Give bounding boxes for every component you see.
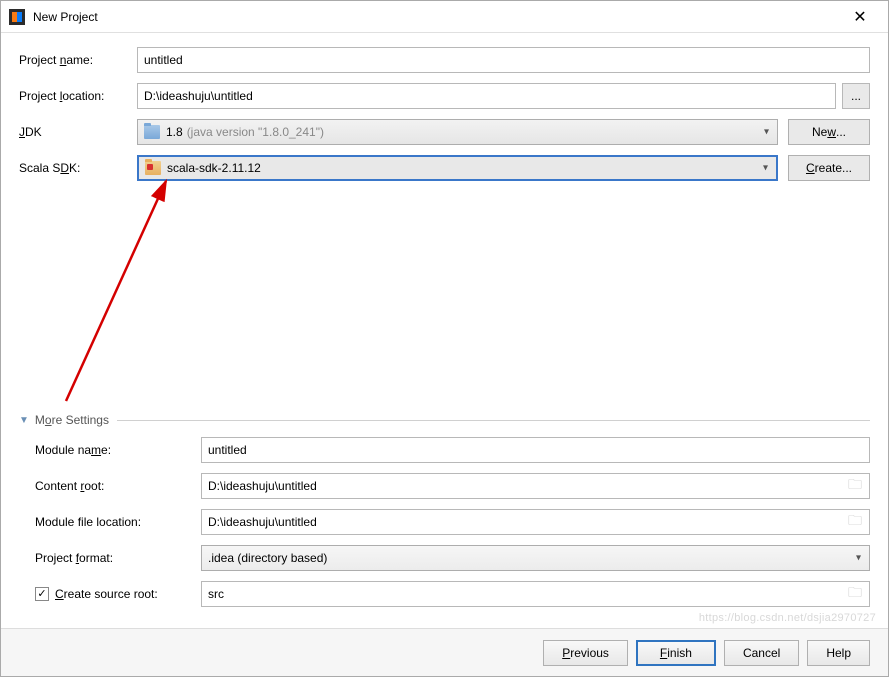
chevron-down-icon: ▾ bbox=[856, 553, 861, 564]
window-title: New Project bbox=[33, 10, 98, 24]
jdk-combo[interactable]: 1.8 (java version "1.8.0_241") ▾ bbox=[137, 119, 778, 145]
app-icon bbox=[9, 9, 25, 25]
module-file-location-value: D:\ideashuju\untitled bbox=[208, 515, 845, 529]
scala-sdk-value: scala-sdk-2.11.12 bbox=[167, 161, 261, 175]
chevron-down-icon: ▾ bbox=[764, 127, 769, 138]
module-name-input[interactable] bbox=[201, 437, 870, 463]
label-project-location: Project location: bbox=[19, 89, 137, 103]
chevron-down-icon: ▾ bbox=[763, 163, 768, 174]
finish-button[interactable]: Finish bbox=[636, 640, 716, 666]
expand-icon: ▼ bbox=[19, 415, 29, 426]
folder-icon bbox=[144, 125, 160, 139]
label-module-name: Module name: bbox=[35, 443, 201, 457]
content-root-value: D:\ideashuju\untitled bbox=[208, 479, 845, 493]
project-name-input[interactable] bbox=[137, 47, 870, 73]
project-format-combo[interactable]: .idea (directory based) ▾ bbox=[201, 545, 870, 571]
source-root-input[interactable]: src 🗀 bbox=[201, 581, 870, 607]
folder-icon bbox=[145, 161, 161, 175]
titlebar: New Project ✕ bbox=[1, 1, 888, 33]
browse-location-button[interactable]: ... bbox=[842, 83, 870, 109]
create-sdk-button[interactable]: Create... bbox=[788, 155, 870, 181]
watermark: https://blog.csdn.net/dsjia2970727 bbox=[699, 612, 876, 624]
source-root-value: src bbox=[208, 587, 845, 601]
content-root-input[interactable]: D:\ideashuju\untitled 🗀 bbox=[201, 473, 870, 499]
label-module-file-location: Module file location: bbox=[35, 515, 201, 529]
scala-sdk-combo[interactable]: scala-sdk-2.11.12 ▾ bbox=[137, 155, 778, 181]
close-icon[interactable]: ✕ bbox=[840, 2, 880, 32]
form-content: Project name: Project location: ... JDK … bbox=[1, 33, 888, 607]
help-button[interactable]: Help bbox=[807, 640, 870, 666]
previous-button[interactable]: Previous bbox=[543, 640, 628, 666]
dialog-footer: Previous Finish Cancel Help bbox=[1, 628, 888, 676]
more-settings-toggle[interactable]: ▼ More Settings bbox=[19, 413, 870, 427]
more-settings-label: More Settings bbox=[35, 413, 109, 427]
create-source-root-checkbox[interactable]: ✓ bbox=[35, 587, 49, 601]
browse-folder-icon[interactable]: 🗀 bbox=[845, 474, 865, 498]
divider bbox=[117, 420, 870, 421]
label-project-format: Project format: bbox=[35, 551, 201, 565]
browse-folder-icon[interactable]: 🗀 bbox=[845, 582, 865, 606]
project-format-value: .idea (directory based) bbox=[208, 551, 327, 565]
module-file-location-input[interactable]: D:\ideashuju\untitled 🗀 bbox=[201, 509, 870, 535]
label-content-root: Content root: bbox=[35, 479, 201, 493]
label-scala-sdk: Scala SDK: bbox=[19, 161, 137, 175]
jdk-value: 1.8 bbox=[166, 125, 183, 139]
project-location-input[interactable] bbox=[137, 83, 836, 109]
label-project-name: Project name: bbox=[19, 53, 137, 67]
jdk-detail: (java version "1.8.0_241") bbox=[187, 125, 324, 139]
cancel-button[interactable]: Cancel bbox=[724, 640, 799, 666]
label-create-source-root: ✓ Create source root: bbox=[35, 587, 201, 601]
label-jdk: JDK bbox=[19, 125, 137, 139]
browse-folder-icon[interactable]: 🗀 bbox=[845, 510, 865, 534]
new-jdk-button[interactable]: New... bbox=[788, 119, 870, 145]
